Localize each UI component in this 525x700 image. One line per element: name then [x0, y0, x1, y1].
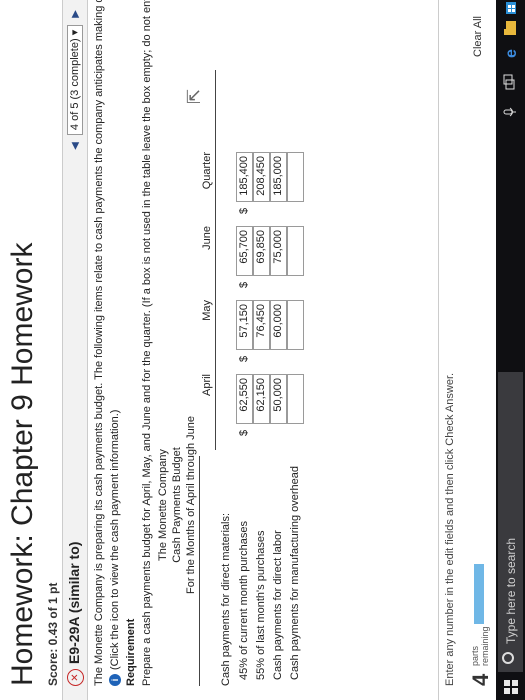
cell-value: 50,000: [272, 378, 284, 412]
edge-browser-icon[interactable]: e: [502, 44, 520, 60]
clear-all-button[interactable]: Clear All: [472, 16, 484, 57]
incorrect-x-icon: ✕: [67, 669, 84, 686]
dollar-sign: $: [238, 429, 250, 436]
budget-input-cell[interactable]: [287, 226, 304, 276]
search-placeholder: Type here to search: [504, 537, 518, 644]
problem-intro: The Monette Company is preparing its cas…: [93, 0, 105, 686]
budget-input-cell[interactable]: [287, 374, 304, 424]
budget-title: Cash Payments Budget: [171, 447, 183, 563]
windows-taskbar: Type here to search e: [496, 0, 525, 700]
budget-input-cell[interactable]: 185,000: [270, 152, 287, 202]
page-header: Homework: Chapter 9 Homework Score: 0.43…: [0, 0, 60, 700]
row-label: Cash payments for direct labor: [272, 530, 284, 680]
parts-label-1: parts: [470, 645, 480, 666]
title-divider: [199, 456, 200, 686]
windows-start-icon[interactable]: [504, 680, 518, 694]
cell-value: 76,450: [255, 304, 267, 338]
cell-value: 185,400: [238, 156, 250, 196]
budget-input-cell[interactable]: 76,450: [253, 300, 270, 350]
dollar-sign: $: [238, 207, 250, 214]
requirement-text: Prepare a cash payments budget for April…: [141, 0, 153, 686]
budget-input-cell[interactable]: 69,850: [253, 226, 270, 276]
budget-input-cell[interactable]: 185,400: [236, 152, 253, 202]
budget-input-cell[interactable]: 50,000: [270, 374, 287, 424]
mouse-cursor-icon: ⇱: [184, 88, 204, 104]
parts-remaining-count: 4: [468, 673, 493, 686]
header-divider: [215, 70, 216, 450]
question-navigator: ◀ 4 of 5 (3 complete) ▾ ▶: [67, 10, 83, 150]
cell-value: 208,450: [255, 156, 267, 196]
previous-question-icon[interactable]: ◀: [70, 142, 81, 150]
budget-input-cell[interactable]: 208,450: [253, 152, 270, 202]
page-title: Homework: Chapter 9 Homework: [6, 242, 39, 686]
dropdown-arrow-icon: ▾: [69, 29, 81, 36]
budget-period: For the Months of April through June: [185, 416, 197, 594]
column-header-june: June: [201, 226, 213, 250]
budget-input-cell[interactable]: 75,000: [270, 226, 287, 276]
file-explorer-icon[interactable]: [502, 20, 518, 36]
budget-input-cell[interactable]: 60,000: [270, 300, 287, 350]
cell-value: 60,000: [272, 304, 284, 338]
question-progress-text: 4 of 5 (3 complete): [69, 38, 81, 131]
cell-value: 62,150: [255, 378, 267, 412]
footer-divider: [438, 0, 439, 700]
cortana-icon: [502, 652, 514, 664]
info-icon[interactable]: i: [109, 674, 121, 686]
click-info-text: (Click the icon to view the cash payment…: [109, 409, 121, 670]
exercise-bar: ✕ E9-29A (similar to) ◀ 4 of 5 (3 comple…: [62, 0, 88, 700]
column-header-quarter: Quarter: [201, 152, 213, 190]
taskbar-search-box[interactable]: Type here to search: [498, 372, 523, 672]
progress-bar: [474, 564, 484, 624]
next-question-icon[interactable]: ▶: [70, 10, 81, 18]
column-header-april: April: [201, 374, 213, 397]
row-label: 55% of last month's purchases: [255, 530, 267, 680]
cell-value: 65,700: [238, 230, 250, 264]
budget-input-cell[interactable]: 65,700: [236, 226, 253, 276]
question-selector[interactable]: 4 of 5 (3 complete) ▾: [67, 24, 83, 136]
budget-input-cell[interactable]: 57,150: [236, 300, 253, 350]
parts-label-2: remaining: [480, 626, 490, 666]
cell-value: 75,000: [272, 230, 284, 264]
microphone-icon[interactable]: [502, 104, 518, 120]
cell-value: 62,550: [238, 378, 250, 412]
screen: Homework: Chapter 9 Homework Score: 0.43…: [0, 0, 525, 700]
task-view-icon[interactable]: [502, 74, 518, 90]
store-icon[interactable]: [502, 0, 518, 16]
parts-remaining-label: parts remaining: [470, 626, 490, 666]
row-label: Cash payments for manufacturing overhead: [289, 465, 301, 680]
svg-text:e: e: [503, 49, 518, 58]
dollar-sign: $: [238, 355, 250, 362]
score-text: Score: 0.43 of 1 pt: [46, 582, 60, 686]
exercise-name: E9-29A (similar to): [66, 541, 82, 664]
budget-input-cell[interactable]: [287, 300, 304, 350]
column-header-may: May: [201, 300, 213, 321]
budget-input-cell[interactable]: 62,550: [236, 374, 253, 424]
budget-input-cell[interactable]: 62,150: [253, 374, 270, 424]
budget-company: The Monette Company: [157, 449, 169, 561]
info-line: i (Click the icon to view the cash paymen…: [108, 6, 122, 686]
cell-value: 185,000: [272, 156, 284, 196]
instruction-text: Enter any number in the edit fields and …: [444, 372, 456, 686]
section-label: Cash payments for direct materials:: [220, 512, 232, 686]
dollar-sign: $: [238, 281, 250, 288]
row-label: 45% of current month purchases: [238, 521, 250, 680]
budget-input-cell[interactable]: [287, 152, 304, 202]
requirement-label: Requirement: [125, 618, 137, 686]
cell-value: 69,850: [255, 230, 267, 264]
cell-value: 57,150: [238, 304, 250, 338]
problem-text: The Monette Company is preparing its cas…: [92, 0, 156, 686]
